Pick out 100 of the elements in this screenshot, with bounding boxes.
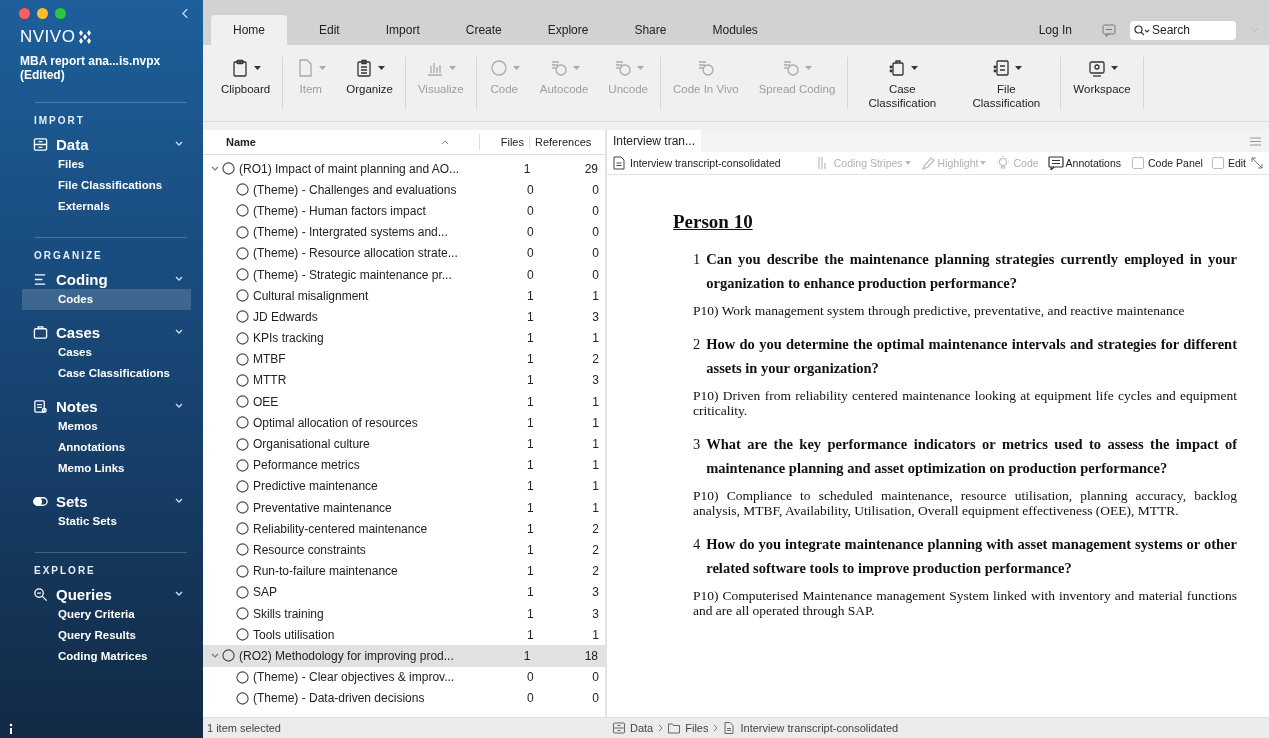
column-header[interactable]: Name xyxy=(203,136,441,148)
ribbon-tab[interactable]: Home xyxy=(211,15,287,45)
code-icon xyxy=(222,649,235,663)
code-row[interactable]: (Theme) - Human factors impact 0 0 xyxy=(203,200,605,222)
nav-item[interactable]: Memos xyxy=(22,416,191,437)
code-row[interactable]: (Theme) - Clear objectives & improv... 0 0 xyxy=(203,666,605,688)
files-count: 1 xyxy=(522,648,532,663)
search-field[interactable]: Search xyxy=(1130,20,1236,40)
code-row[interactable]: (RO1) Impact of maint planning and AO... 1 29 xyxy=(203,158,605,180)
ribbon-button[interactable]: Workspace xyxy=(1067,57,1137,96)
code-row[interactable]: JD Edwards 1 3 xyxy=(203,306,605,328)
nav-item[interactable]: Coding Matrices xyxy=(22,646,191,667)
code-icon xyxy=(236,395,249,409)
nav-item[interactable]: Annotations xyxy=(22,437,191,458)
briefcase-icon xyxy=(33,324,48,340)
code-row[interactable]: Reliability-centered maintenance 1 2 xyxy=(203,518,605,540)
nav-item[interactable]: Memo Links xyxy=(22,458,191,479)
ribbon-tab[interactable]: Modules xyxy=(698,15,772,45)
code-row[interactable]: Run-to-failure maintenance 1 2 xyxy=(203,560,605,582)
nav-group[interactable]: Cases xyxy=(20,322,191,342)
code-row[interactable]: Tools utilisation 1 1 xyxy=(203,624,605,646)
references-count: 0 xyxy=(591,182,600,197)
code-row[interactable]: (Theme) - Intergrated systems and... 0 0 xyxy=(203,221,605,243)
nav-group[interactable]: Notes xyxy=(20,396,191,416)
code-row[interactable]: OEE 1 1 xyxy=(203,391,605,413)
nav-item[interactable]: Externals xyxy=(22,196,191,217)
comment-icon[interactable] xyxy=(1102,23,1116,37)
code-row[interactable]: MTTR 1 3 xyxy=(203,369,605,392)
nav-item[interactable]: Codes xyxy=(22,289,191,310)
files-count: 0 xyxy=(526,670,535,685)
code-icon xyxy=(236,331,249,345)
chevron-icon[interactable] xyxy=(175,591,183,597)
code-row[interactable]: Cultural misalignment 1 1 xyxy=(203,285,605,307)
ribbon-tab[interactable]: Share xyxy=(620,15,681,45)
code-row[interactable]: Predictive maintenance 1 1 xyxy=(203,475,605,497)
ribbon-tab[interactable]: Explore xyxy=(533,15,603,45)
disclosure-icon[interactable] xyxy=(211,652,219,659)
nav-item[interactable]: Files xyxy=(22,154,191,175)
chevron-icon[interactable] xyxy=(175,498,183,504)
code-row[interactable]: SAP 1 3 xyxy=(203,581,605,603)
login-button[interactable]: Log In xyxy=(1032,22,1078,38)
ribbon-button[interactable]: Case Classification xyxy=(854,57,951,110)
code-row[interactable]: Skills training 1 3 xyxy=(203,602,605,625)
chevron-icon[interactable] xyxy=(175,276,183,282)
nav-group[interactable]: Coding xyxy=(20,269,191,289)
nav-item[interactable]: Cases xyxy=(22,342,191,363)
minimize-button[interactable] xyxy=(37,7,48,19)
files-count: 1 xyxy=(526,458,535,473)
nav-item[interactable]: Query Criteria xyxy=(22,604,191,625)
nav-group[interactable]: Sets xyxy=(20,491,191,511)
close-button[interactable] xyxy=(19,7,30,19)
code-row[interactable]: Resource constraints 1 2 xyxy=(203,539,605,561)
ribbon-button[interactable]: File Classification xyxy=(958,57,1055,110)
files-count: 1 xyxy=(526,585,535,600)
sort-icon[interactable] xyxy=(441,139,449,145)
disclosure-icon[interactable] xyxy=(211,165,219,172)
ribbon-button[interactable]: Organize xyxy=(340,57,399,96)
column-header[interactable]: References xyxy=(530,136,592,148)
question-number: 2 xyxy=(693,335,701,354)
nav-item[interactable]: File Classifications xyxy=(22,175,191,196)
ribbon-tab[interactable]: Import xyxy=(371,15,434,45)
document-name: Interview transcript-consolidated xyxy=(630,157,781,169)
checkbox[interactable]: Code Panel xyxy=(1132,157,1203,169)
menu-icon[interactable] xyxy=(1250,136,1261,146)
code-row[interactable]: (RO2) Methodology for improving prod... 1 18 xyxy=(203,645,605,667)
breadcrumb-link[interactable]: Data xyxy=(630,722,654,734)
breadcrumb-link[interactable]: Interview transcript-consolidated xyxy=(740,722,899,734)
code-row[interactable]: MTBF 1 2 xyxy=(203,348,605,370)
nav-group[interactable]: Data xyxy=(20,134,191,154)
chevron-icon[interactable] xyxy=(175,403,183,409)
column-header[interactable]: Files xyxy=(488,136,530,148)
ribbon-icon xyxy=(488,58,509,78)
code-row[interactable]: (Theme) - Resource allocation strate... 0 0 xyxy=(203,242,605,264)
nav-item[interactable]: Static Sets xyxy=(22,511,191,532)
ribbon-tab[interactable]: Create xyxy=(451,15,516,45)
code-row[interactable]: Peformance metrics 1 1 xyxy=(203,454,605,476)
code-row[interactable]: (Theme) - Challenges and evaluations 0 0 xyxy=(203,179,605,201)
files-count: 1 xyxy=(526,415,535,430)
code-name: SAP xyxy=(253,585,277,600)
nav-item[interactable]: Case Classifications xyxy=(22,363,191,384)
nav-item[interactable]: Query Results xyxy=(22,625,191,646)
code-name: Tools utilisation xyxy=(253,627,335,642)
collapse-icon[interactable] xyxy=(182,7,189,19)
toolbar-button[interactable]: Annotations xyxy=(1045,156,1124,170)
breadcrumb-link[interactable]: Files xyxy=(685,722,709,734)
code-row[interactable]: (Theme) - Data-driven decisions 0 0 xyxy=(203,687,605,709)
code-row[interactable]: KPIs tracking 1 1 xyxy=(203,327,605,349)
code-row[interactable]: Optimal allocation of resources 1 1 xyxy=(203,412,605,434)
chevron-icon[interactable] xyxy=(175,141,183,147)
ribbon-tab[interactable]: Edit xyxy=(305,15,354,45)
zoom-button[interactable] xyxy=(55,7,66,19)
document-tab[interactable]: Interview tran... xyxy=(607,130,702,152)
expand-icon[interactable] xyxy=(1251,157,1263,169)
code-row[interactable]: (Theme) - Strategic maintenance pr... 0 0 xyxy=(203,263,605,286)
ribbon-button[interactable]: Clipboard xyxy=(215,57,277,96)
nav-group[interactable]: Queries xyxy=(20,584,191,604)
code-row[interactable]: Preventative maintenance 1 1 xyxy=(203,497,605,519)
code-row[interactable]: Organisational culture 1 1 xyxy=(203,433,605,455)
chevron-icon[interactable] xyxy=(175,329,183,335)
checkbox[interactable]: Edit xyxy=(1211,157,1246,169)
